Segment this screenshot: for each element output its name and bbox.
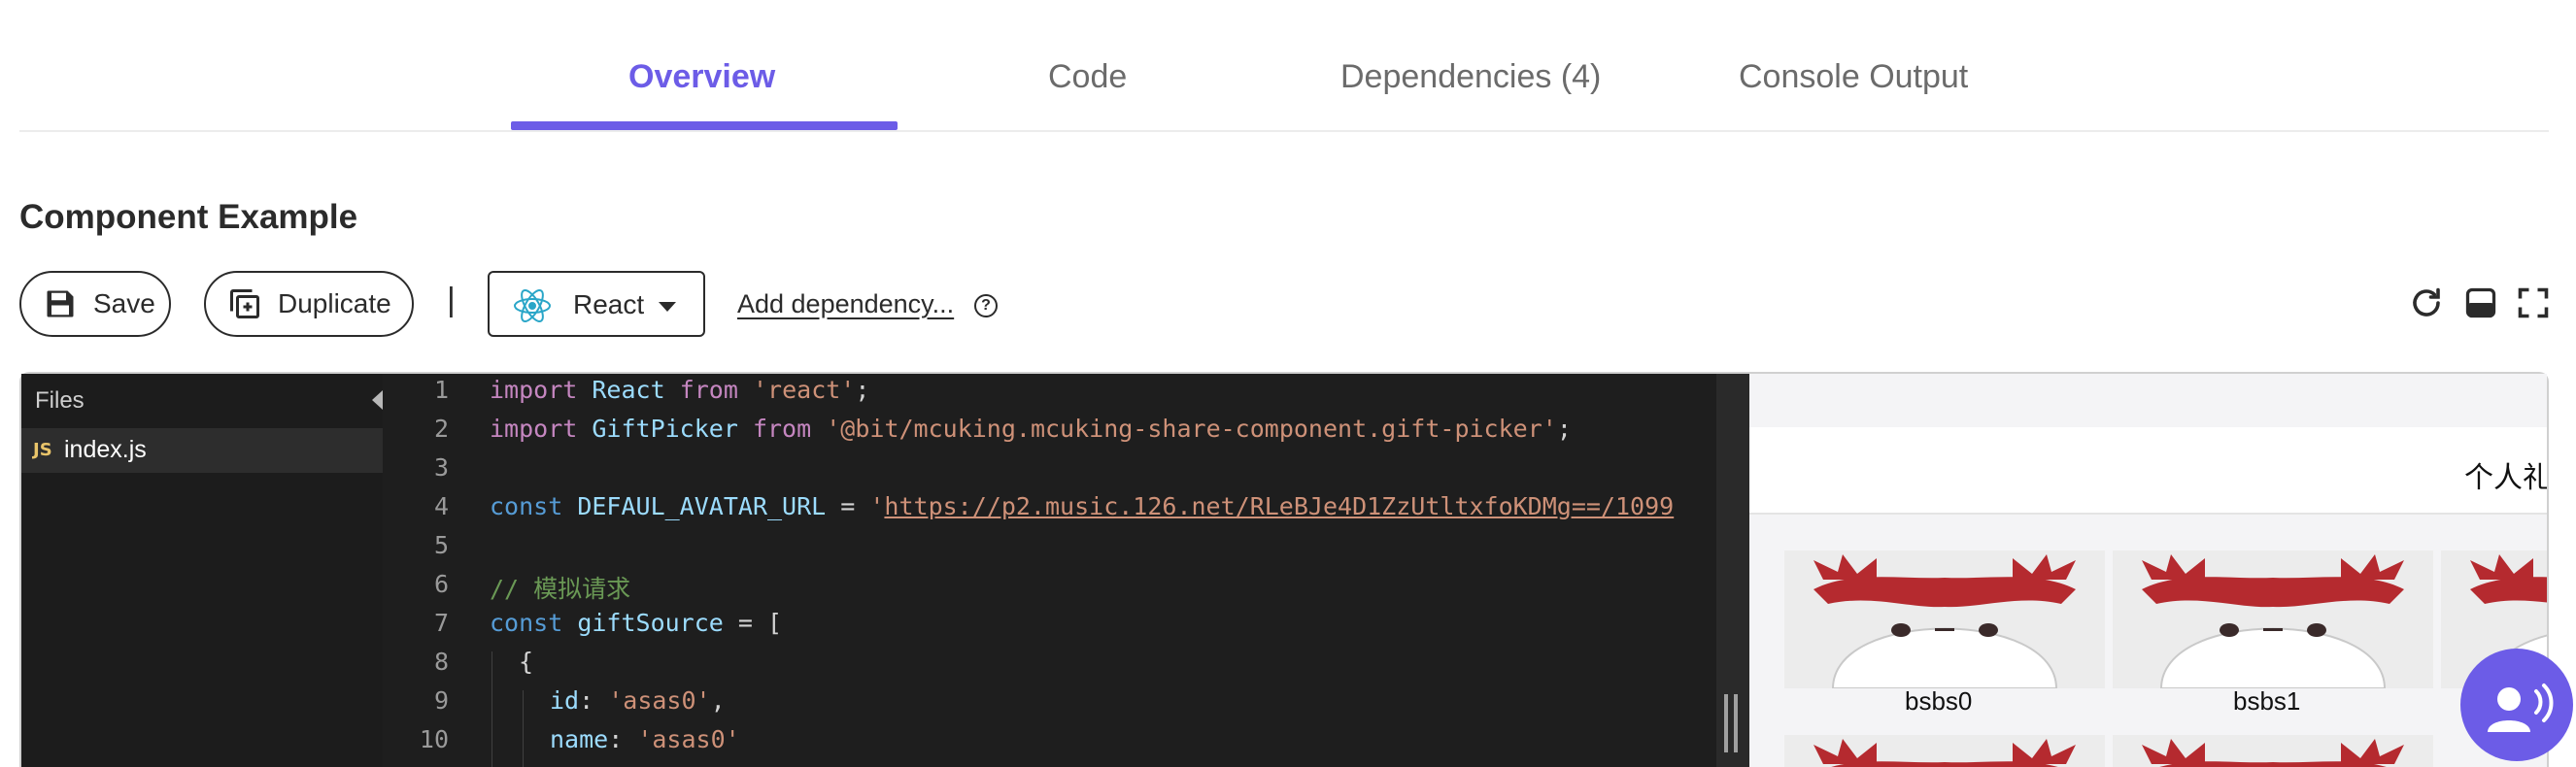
- code-comment: // 模拟请求: [490, 575, 631, 603]
- collapse-icon[interactable]: [372, 390, 383, 410]
- toolbar-separator: |: [447, 282, 456, 318]
- gift-label: bsbs0: [1905, 686, 1973, 716]
- react-icon: [513, 288, 552, 323]
- line-number: 7: [433, 609, 449, 637]
- code-line: const DEFAUL_AVATAR_URL = 'https://p2.mu…: [490, 492, 1675, 520]
- line-number: 8: [433, 648, 449, 676]
- tab-console-output[interactable]: Console Output: [1739, 58, 1968, 101]
- framework-select[interactable]: React: [488, 271, 705, 337]
- preview-panel: 个人礼 bsbs0 bsbs1: [1749, 374, 2547, 767]
- duplicate-button[interactable]: Duplicate: [204, 271, 414, 337]
- line-number: 1: [433, 376, 449, 404]
- duplicate-label: Duplicate: [278, 288, 391, 318]
- save-button[interactable]: Save: [19, 271, 171, 337]
- line-number: 5: [433, 531, 449, 559]
- line-number: 3: [433, 453, 449, 482]
- save-icon: [43, 286, 78, 321]
- gift-image: [2142, 554, 2404, 688]
- gift-card[interactable]: [1784, 550, 2105, 688]
- chevron-down-icon: [659, 302, 676, 312]
- gift-image: [1813, 739, 2076, 767]
- indent-guide: [523, 690, 524, 767]
- chat-icon: [2488, 684, 2554, 732]
- tabs-divider: [19, 130, 2549, 132]
- active-tab-indicator: [511, 121, 898, 130]
- help-icon[interactable]: ?: [974, 294, 998, 317]
- code-line: name: 'asas0': [550, 725, 740, 753]
- editor-scrollbar[interactable]: [1716, 374, 1749, 767]
- chat-button[interactable]: [2460, 649, 2573, 761]
- resize-handle[interactable]: [1734, 694, 1738, 752]
- code-line: import React from 'react';: [490, 376, 870, 404]
- gift-image: [2142, 739, 2404, 767]
- line-number: 2: [433, 415, 449, 443]
- js-file-icon: JS: [33, 440, 52, 460]
- preview-header: [1749, 427, 2547, 515]
- add-dependency-link[interactable]: Add dependency...: [737, 289, 954, 319]
- section-title: Component Example: [19, 198, 358, 236]
- code-line: id: 'asas0',: [550, 686, 726, 715]
- code-editor[interactable]: 1 2 3 4 5 6 7 8 9 10 import React from '…: [383, 374, 1717, 767]
- gift-label: bsbs1: [2233, 686, 2301, 716]
- preview-title: 个人礼: [2464, 461, 2547, 495]
- layout-icon[interactable]: [2463, 285, 2498, 320]
- files-header: Files: [35, 387, 85, 414]
- refresh-icon[interactable]: [2409, 285, 2444, 320]
- code-line: import GiftPicker from '@bit/mcuking.mcu…: [490, 415, 1572, 443]
- line-number: 10: [419, 725, 449, 753]
- gift-image: [1813, 554, 2076, 688]
- line-number: 9: [433, 686, 449, 715]
- fullscreen-icon[interactable]: [2516, 285, 2551, 320]
- line-number: 4: [433, 492, 449, 520]
- line-number: 6: [433, 570, 449, 598]
- tab-dependencies[interactable]: Dependencies (4): [1340, 58, 1601, 101]
- tab-code[interactable]: Code: [1048, 58, 1127, 101]
- framework-label: React: [573, 289, 645, 319]
- save-label: Save: [93, 288, 155, 318]
- resize-handle[interactable]: [1724, 694, 1728, 752]
- file-item[interactable]: JS index.js: [21, 428, 383, 473]
- tab-overview[interactable]: Overview: [628, 58, 775, 101]
- indent-guide: [491, 651, 492, 767]
- duplicate-icon: [227, 286, 262, 321]
- gift-card[interactable]: [2113, 550, 2433, 688]
- gift-card[interactable]: [2113, 735, 2433, 767]
- code-line: {: [519, 648, 534, 676]
- code-line: const giftSource = [: [490, 609, 783, 637]
- file-name: index.js: [64, 436, 147, 463]
- gift-card[interactable]: [1784, 735, 2105, 767]
